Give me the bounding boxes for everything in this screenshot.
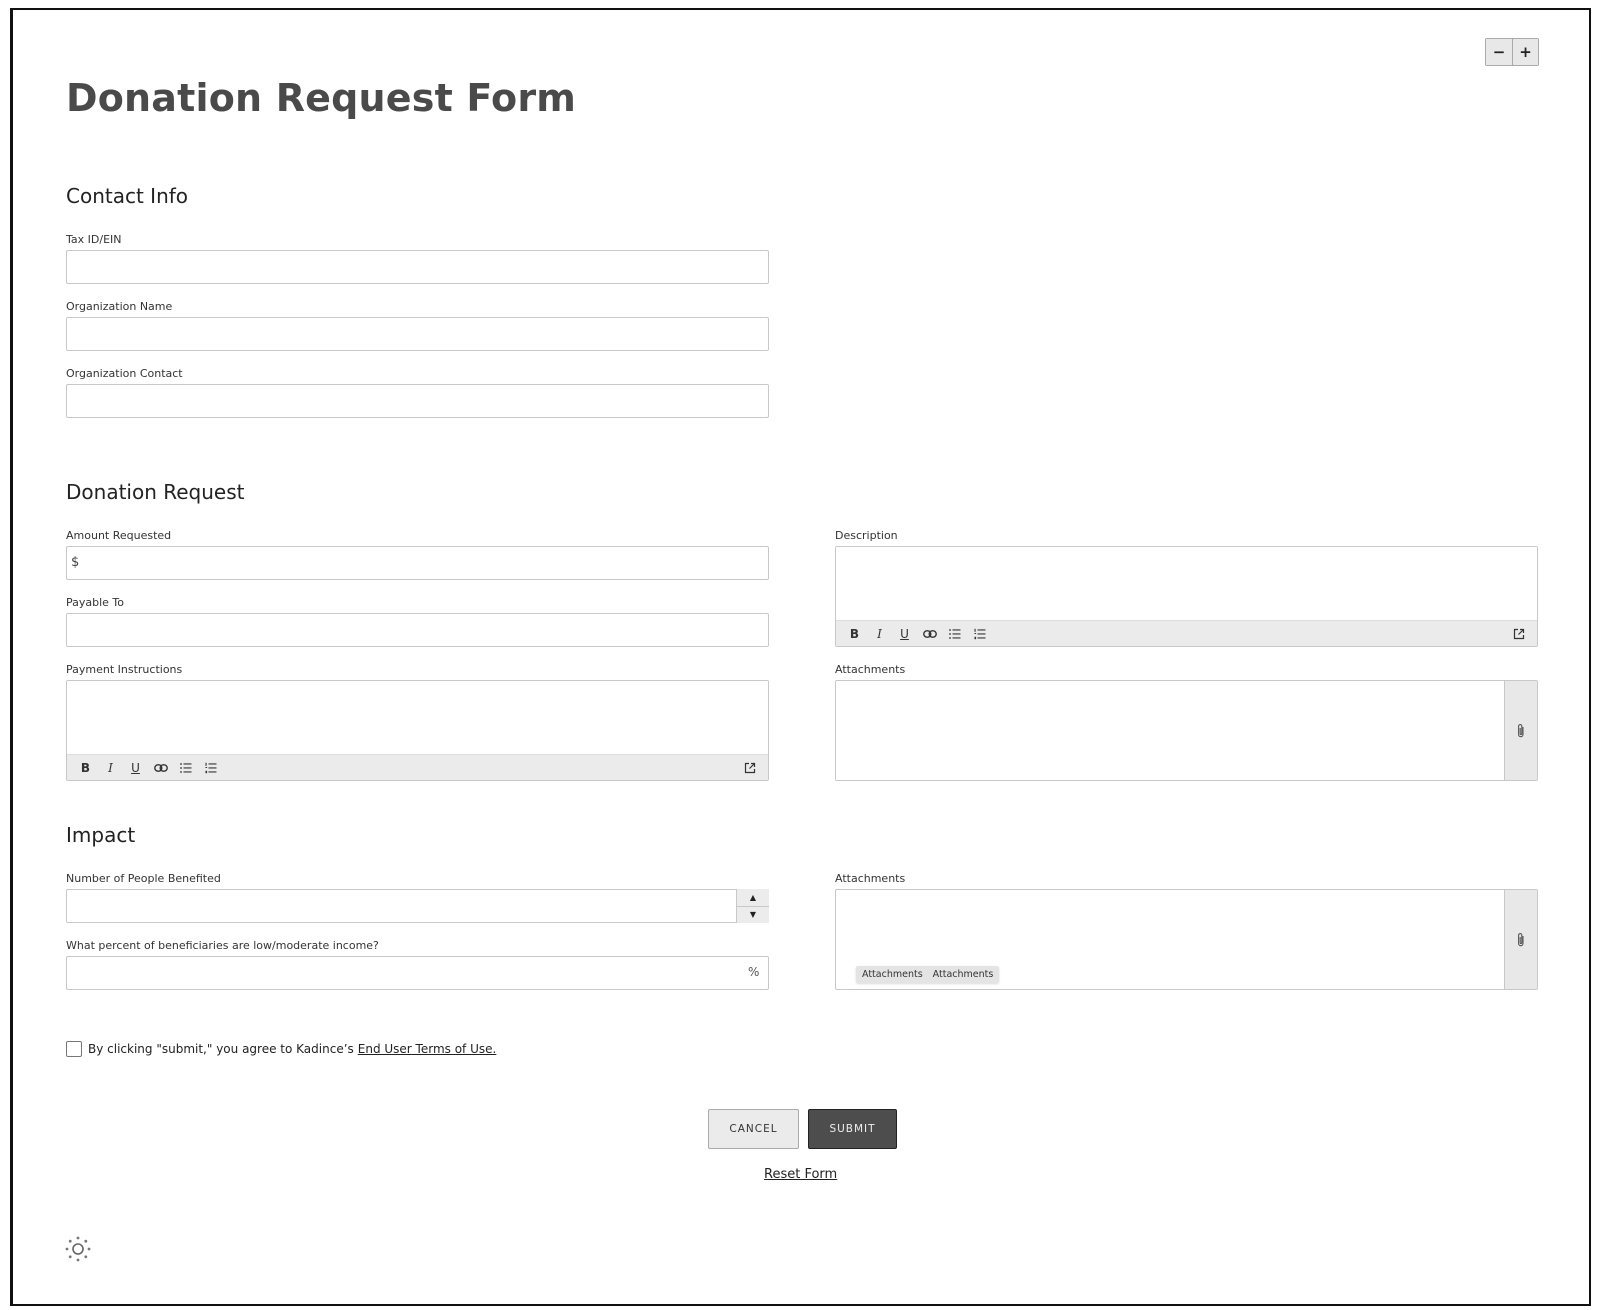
org-contact-input[interactable] xyxy=(66,384,769,418)
attachment-chip[interactable]: Attachments xyxy=(933,969,994,980)
section-title-donation: Donation Request xyxy=(66,480,245,504)
page-title: Donation Request Form xyxy=(66,76,577,120)
payment-instructions-editor: B I U xyxy=(66,680,769,781)
terms-consent: By clicking "submit," you agree to Kadin… xyxy=(66,1041,496,1057)
numbered-list-icon[interactable] xyxy=(967,623,992,645)
payable-to-input[interactable] xyxy=(66,613,769,647)
terms-text: By clicking "submit," you agree to Kadin… xyxy=(88,1042,354,1056)
underline-icon[interactable]: U xyxy=(123,757,148,779)
italic-icon[interactable]: I xyxy=(867,623,892,645)
people-benefited-label: Number of People Benefited xyxy=(66,872,221,885)
people-benefited-input[interactable] xyxy=(66,889,769,923)
paperclip-icon xyxy=(1518,723,1524,737)
section-title-contact: Contact Info xyxy=(66,184,189,208)
terms-link[interactable]: End User Terms of Use. xyxy=(358,1042,497,1056)
payment-instructions-textarea[interactable] xyxy=(67,681,768,754)
decrement-icon[interactable]: ▼ xyxy=(737,905,769,924)
underline-icon[interactable]: U xyxy=(892,623,917,645)
percent-low-income-input[interactable] xyxy=(66,956,769,990)
rich-text-toolbar: B I U xyxy=(836,620,1537,646)
percent-suffix: % xyxy=(748,965,760,979)
expand-icon[interactable] xyxy=(1506,623,1531,645)
rich-text-toolbar: B I U xyxy=(67,754,768,780)
bulleted-list-icon[interactable] xyxy=(942,623,967,645)
payable-to-label: Payable To xyxy=(66,596,125,609)
people-benefited-field: ▲ ▼ xyxy=(66,889,769,923)
page-frame xyxy=(10,8,1591,1306)
attachments-label: Attachments xyxy=(835,663,906,676)
link-icon[interactable] xyxy=(917,623,942,645)
reset-form-link[interactable]: Reset Form xyxy=(764,1167,837,1182)
number-stepper: ▲ ▼ xyxy=(736,889,769,923)
attachment-chip[interactable]: Attachments xyxy=(862,969,923,980)
amount-input[interactable] xyxy=(66,546,769,580)
org-contact-label: Organization Contact xyxy=(66,367,183,380)
attach-button[interactable] xyxy=(1504,681,1537,780)
description-editor: B I U xyxy=(835,546,1538,647)
link-icon[interactable] xyxy=(148,757,173,779)
description-label: Description xyxy=(835,529,898,542)
zoom-out-button[interactable]: − xyxy=(1486,39,1512,65)
bold-icon[interactable]: B xyxy=(842,623,867,645)
percent-low-income-label: What percent of beneficiaries are low/mo… xyxy=(66,939,379,952)
zoom-in-button[interactable]: + xyxy=(1512,39,1538,65)
impact-attachments-dropzone[interactable]: Attachments Attachments xyxy=(835,889,1538,990)
org-name-input[interactable] xyxy=(66,317,769,351)
submit-button[interactable]: SUBMIT xyxy=(808,1109,897,1149)
loading-spinner-icon xyxy=(64,1235,92,1267)
section-title-impact: Impact xyxy=(66,823,136,847)
description-textarea[interactable] xyxy=(836,547,1537,620)
attachments-dropzone[interactable] xyxy=(835,680,1538,781)
paperclip-icon xyxy=(1518,932,1524,946)
bold-icon[interactable]: B xyxy=(73,757,98,779)
cancel-button[interactable]: CANCEL xyxy=(708,1109,799,1149)
numbered-list-icon[interactable] xyxy=(198,757,223,779)
tax-id-label: Tax ID/EIN xyxy=(66,233,122,246)
org-name-label: Organization Name xyxy=(66,300,173,313)
italic-icon[interactable]: I xyxy=(98,757,123,779)
amount-label: Amount Requested xyxy=(66,529,172,542)
impact-attachments-label: Attachments xyxy=(835,872,906,885)
expand-icon[interactable] xyxy=(737,757,762,779)
attach-button[interactable] xyxy=(1504,890,1537,989)
tax-id-input[interactable] xyxy=(66,250,769,284)
payment-instructions-label: Payment Instructions xyxy=(66,663,183,676)
attachment-chips: Attachments Attachments xyxy=(856,966,1000,983)
increment-icon[interactable]: ▲ xyxy=(737,889,769,906)
zoom-control: − + xyxy=(1485,38,1539,66)
bulleted-list-icon[interactable] xyxy=(173,757,198,779)
terms-checkbox[interactable] xyxy=(66,1041,82,1057)
currency-prefix: $ xyxy=(71,555,80,570)
